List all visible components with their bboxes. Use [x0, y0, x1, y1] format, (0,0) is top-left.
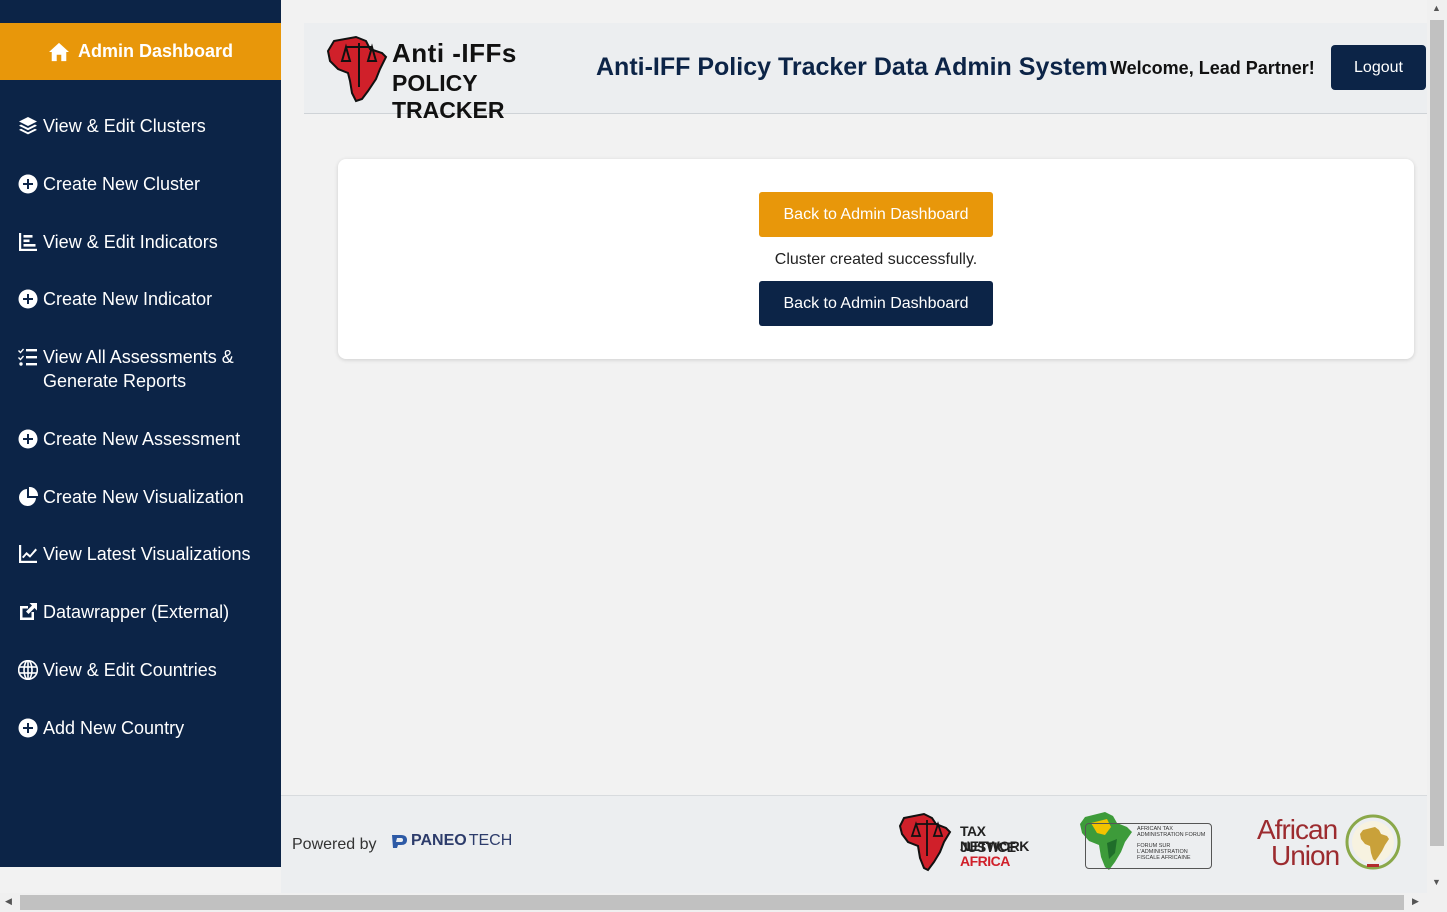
sidebar-item-label: Create New Indicator: [43, 289, 213, 309]
au-line2: Union: [1271, 840, 1340, 871]
sidebar-nav: View & Edit Clusters Create New Cluster …: [0, 80, 281, 740]
plus-circle-icon: [17, 717, 39, 739]
globe-icon: [17, 659, 39, 681]
sidebar-item-label: Create New Assessment: [43, 429, 241, 449]
sidebar: Admin Dashboard View & Edit Clusters Cre…: [0, 0, 281, 867]
sidebar-item-label: View & Edit Countries: [43, 660, 217, 680]
sidebar-item-datawrapper[interactable]: Datawrapper (External): [0, 600, 281, 624]
line-chart-icon: [17, 543, 39, 565]
africa-map-icon: [898, 812, 952, 872]
powered-by-label: Powered by: [292, 836, 377, 853]
tech-text: TECH: [468, 832, 513, 849]
sidebar-item-view-edit-clusters[interactable]: View & Edit Clusters: [0, 114, 281, 138]
sidebar-item-create-visualization[interactable]: Create New Visualization: [0, 485, 281, 509]
ataf-text-en: AFRICAN TAX ADMINISTRATION FORUM: [1137, 826, 1205, 838]
list-check-icon: [17, 346, 39, 368]
back-to-dashboard-button-top[interactable]: Back to Admin Dashboard: [759, 192, 993, 237]
ataf-logo[interactable]: AFRICAN TAX ADMINISTRATION FORUM FORUM S…: [1077, 809, 1212, 873]
scroll-down-arrow-icon[interactable]: ▼: [1432, 877, 1441, 887]
logo-text-line1: Anti -IFFs: [392, 38, 517, 68]
sidebar-item-add-country[interactable]: Add New Country: [0, 716, 281, 740]
sidebar-item-label: Create New Cluster: [43, 174, 201, 194]
back-to-dashboard-button-bottom[interactable]: Back to Admin Dashboard: [759, 281, 993, 326]
horizontal-scrollbar[interactable]: ◀ ▶: [0, 893, 1427, 912]
african-union-logo[interactable]: African Union: [1256, 812, 1404, 872]
welcome-message: Welcome, Lead Partner!: [1110, 58, 1315, 78]
ataf-line5: FISCALE AFRICAINE: [1137, 855, 1191, 861]
sidebar-item-label: Create New Visualization: [43, 487, 244, 507]
footer: Powered by PANEO TECH TAX JUSTICE NETWOR…: [281, 795, 1427, 893]
sidebar-header-label: Admin Dashboard: [77, 41, 233, 61]
tax-justice-network-africa-logo[interactable]: TAX JUSTICE NETWORK AFRICA: [898, 812, 1033, 872]
external-link-icon: [17, 601, 39, 623]
sidebar-item-label: View & Edit Clusters: [43, 116, 206, 136]
scroll-left-arrow-icon[interactable]: ◀: [5, 896, 12, 907]
sidebar-item-label: View & Edit Indicators: [43, 232, 218, 252]
paneotech-mark-icon: [392, 835, 407, 848]
logo-text-line2: POLICY TRACKER: [392, 70, 505, 123]
sidebar-item-view-edit-indicators[interactable]: View & Edit Indicators: [0, 230, 281, 254]
logout-button[interactable]: Logout: [1331, 45, 1426, 90]
paneotech-logo[interactable]: PANEO TECH: [391, 832, 512, 850]
result-card: Back to Admin Dashboard Cluster created …: [338, 159, 1414, 359]
sidebar-item-view-visualizations[interactable]: View Latest Visualizations: [0, 542, 281, 566]
top-bar: Anti -IFFs POLICY TRACKER Anti-IFF Polic…: [304, 23, 1427, 123]
anti-iffs-logo[interactable]: Anti -IFFs POLICY TRACKER: [326, 35, 566, 123]
pie-chart-icon: [17, 486, 39, 508]
plus-circle-icon: [17, 173, 39, 195]
tjna-line2: NETWORK: [960, 838, 1029, 854]
sidebar-item-create-indicator[interactable]: Create New Indicator: [0, 287, 281, 311]
home-icon: [48, 42, 69, 61]
horizontal-scroll-thumb[interactable]: [20, 895, 1404, 910]
sidebar-item-create-assessment[interactable]: Create New Assessment: [0, 427, 281, 451]
scrollbar-corner: [1427, 893, 1447, 912]
scroll-up-arrow-icon[interactable]: ▲: [1432, 3, 1441, 13]
success-message: Cluster created successfully.: [774, 251, 978, 268]
bar-chart-icon: [17, 231, 39, 253]
vertical-scroll-thumb[interactable]: [1430, 20, 1444, 846]
sidebar-item-label: Add New Country: [43, 718, 185, 738]
sidebar-item-create-cluster[interactable]: Create New Cluster: [0, 172, 281, 196]
vertical-scrollbar[interactable]: ▲ ▼: [1427, 0, 1447, 893]
ataf-line2: ADMINISTRATION FORUM: [1137, 832, 1206, 838]
sidebar-item-label: View Latest Visualizations: [43, 544, 251, 564]
scroll-right-arrow-icon[interactable]: ▶: [1412, 896, 1419, 907]
main-area: Anti -IFFs POLICY TRACKER Anti-IFF Polic…: [281, 0, 1427, 893]
sidebar-item-view-edit-countries[interactable]: View & Edit Countries: [0, 658, 281, 682]
page-title: Anti-IFF Policy Tracker Data Admin Syste…: [596, 53, 1108, 81]
ataf-text-fr: FORUM SUR L'ADMINISTRATION FISCALE AFRIC…: [1137, 843, 1191, 861]
sidebar-item-label: Datawrapper (External): [43, 602, 230, 622]
tjna-line3: AFRICA: [960, 853, 1010, 869]
sidebar-top-strip: [0, 0, 281, 23]
plus-circle-icon: [17, 288, 39, 310]
sidebar-item-view-assessments[interactable]: View All Assessments & Generate Reports: [0, 345, 281, 393]
sidebar-item-label: View All Assessments & Generate Reports: [43, 347, 234, 391]
paneo-text: PANEO: [411, 832, 467, 849]
africa-map-icon: [326, 35, 388, 103]
sidebar-item-admin-dashboard[interactable]: Admin Dashboard: [0, 23, 281, 80]
au-emblem-icon: [1345, 814, 1401, 870]
layers-icon: [17, 115, 39, 137]
plus-circle-icon: [17, 428, 39, 450]
